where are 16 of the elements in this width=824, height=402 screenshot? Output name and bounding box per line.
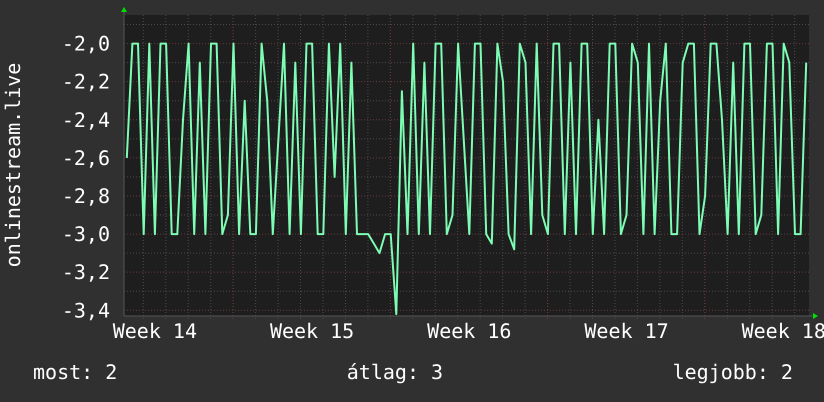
- y-tick-label: -2,0: [62, 32, 110, 56]
- summary-stat: átlag: 3: [346, 360, 444, 384]
- x-tick-label: Week 17: [584, 319, 669, 343]
- x-tick-label: Week 15: [270, 319, 354, 343]
- y-tick-label: -2,8: [62, 184, 110, 208]
- y-tick-label: -3,0: [62, 222, 110, 246]
- x-tick-label: Week 14: [112, 319, 198, 343]
- x-tick-label: Week 16: [427, 319, 512, 343]
- summary-stat: legjobb: 2: [672, 360, 793, 384]
- y-tick-label: -2,6: [62, 146, 110, 170]
- y-tick-label: -3,4: [62, 298, 110, 322]
- y-tick-label: -3,2: [62, 260, 110, 284]
- summary-stat: most: 2: [33, 360, 118, 384]
- y-tick-label: -2,2: [62, 70, 110, 94]
- y-tick-label: -2,4: [62, 108, 110, 132]
- y-axis-label: onlinestream.live: [1, 62, 25, 268]
